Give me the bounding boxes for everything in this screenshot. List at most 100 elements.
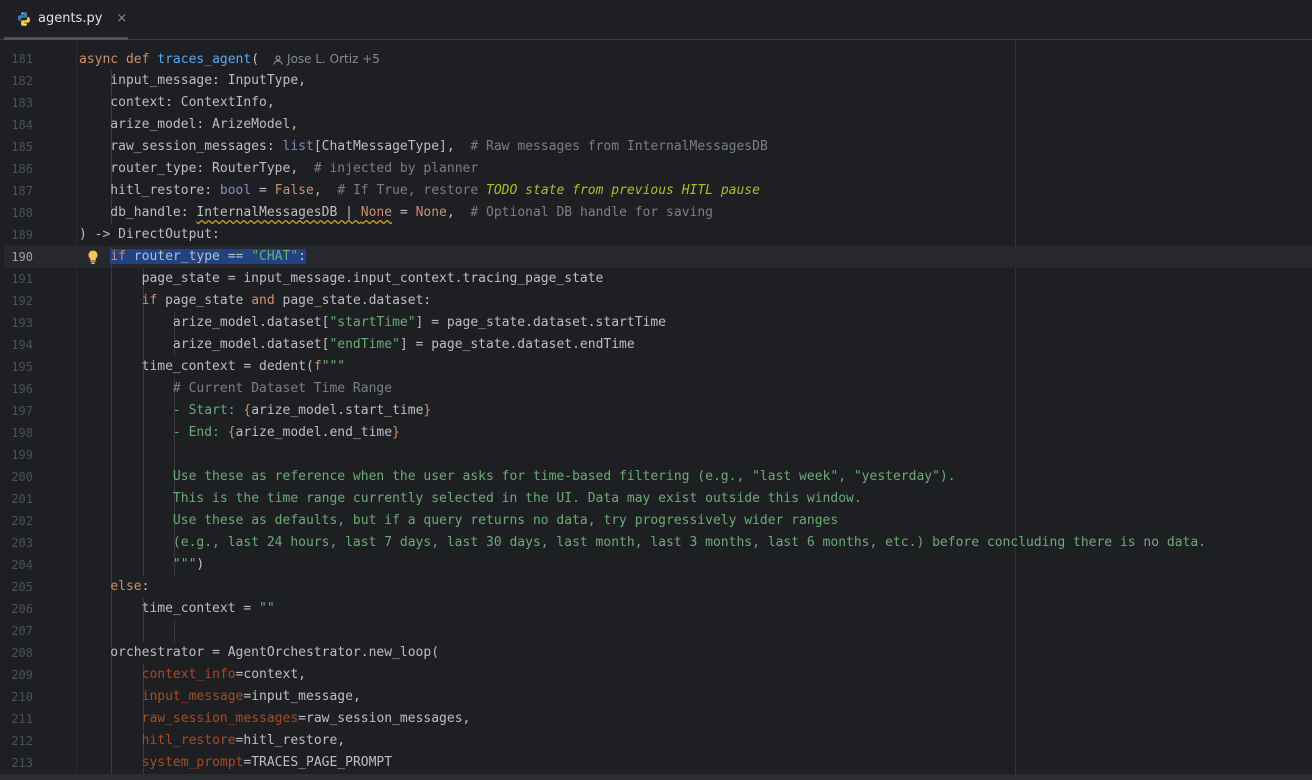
line-number: 198 (11, 426, 33, 440)
line-number: 197 (11, 404, 33, 418)
code-editor[interactable]: 181 async def traces_agent(Jose L. Ortiz … (4, 40, 1312, 774)
code-text: orchestrator = AgentOrchestrator.new_loo… (79, 645, 440, 660)
code-text: input_message=input_message, (141, 689, 361, 704)
code-text: arize_model.dataset["endTime"] = page_st… (79, 337, 635, 352)
line-number: 184 (11, 118, 33, 132)
python-file-icon (18, 11, 30, 26)
code-line[interactable]: 200 Use these as reference when the user… (4, 466, 1312, 488)
line-number: 201 (11, 492, 33, 506)
horizontal-scrollbar[interactable] (0, 774, 1312, 780)
code-line[interactable]: 201 This is the time range currently sel… (4, 488, 1312, 510)
code-line[interactable]: 192 if page_state and page_state.dataset… (4, 290, 1312, 312)
code-text: (e.g., last 24 hours, last 7 days, last … (172, 535, 1207, 550)
code-text: arize_model: ArizeModel, (79, 117, 299, 132)
code-text: input_message: InputType, (79, 73, 306, 88)
code-text: This is the time range currently selecte… (172, 491, 862, 506)
code-line[interactable]: 203 (e.g., last 24 hours, last 7 days, l… (4, 532, 1312, 554)
code-line[interactable]: 210 input_message=input_message, (4, 686, 1312, 708)
code-text: hitl_restore=hitl_restore, (141, 733, 346, 748)
indent-guide (142, 444, 144, 466)
code-line[interactable]: 197 - Start: {arize_model.start_time} (4, 400, 1312, 422)
code-line[interactable]: 211 raw_session_messages=raw_session_mes… (4, 708, 1312, 730)
code-line[interactable]: 186 router_type: RouterType, # injected … (4, 158, 1312, 180)
code-line[interactable]: 209 context_info=context, (4, 664, 1312, 686)
code-line[interactable]: 206 time_context = "" (4, 598, 1312, 620)
line-number: 182 (11, 74, 33, 88)
code-line[interactable]: 182 input_message: InputType, (4, 70, 1312, 92)
code-line[interactable]: 195 time_context = dedent(f""" (4, 356, 1312, 378)
code-text: if router_type == "CHAT": (110, 249, 306, 264)
code-line[interactable]: 196 # Current Dataset Time Range (4, 378, 1312, 400)
line-number: 208 (11, 646, 33, 660)
indent-guide (111, 444, 113, 466)
code-text: # Current Dataset Time Range (172, 381, 393, 396)
code-text: page_state = input_message.input_context… (79, 271, 604, 286)
code-line[interactable]: 198 - End: {arize_model.end_time} (4, 422, 1312, 444)
code-text: raw_session_messages=raw_session_message… (141, 711, 471, 726)
code-text: """) (79, 557, 205, 572)
line-number: 211 (11, 712, 33, 726)
line-number: 185 (11, 140, 33, 154)
code-text: time_context = dedent(f""" (79, 359, 346, 374)
line-number: 196 (11, 382, 33, 396)
line-number: 191 (11, 272, 33, 286)
code-line[interactable]: 189) -> DirectOutput: (4, 224, 1312, 246)
code-text: router_type: RouterType, # injected by p… (79, 161, 479, 176)
code-line[interactable]: 208 orchestrator = AgentOrchestrator.new… (4, 642, 1312, 664)
line-number: 183 (11, 96, 33, 110)
editor-tab-agents-py[interactable]: agents.py × (4, 0, 128, 40)
tab-close-icon[interactable]: × (116, 11, 127, 26)
code-line[interactable]: 199 (4, 444, 1312, 466)
code-line[interactable]: 187 hitl_restore: bool = False, # If Tru… (4, 180, 1312, 202)
code-line[interactable]: 181 async def traces_agent(Jose L. Ortiz … (4, 48, 1312, 70)
line-number: 200 (11, 470, 33, 484)
code-line[interactable]: 204 """) (4, 554, 1312, 576)
indent-guide (142, 620, 144, 642)
line-number: 195 (11, 360, 33, 374)
intention-bulb-icon[interactable] (85, 249, 101, 265)
code-line[interactable]: 193 arize_model.dataset["startTime"] = p… (4, 312, 1312, 334)
line-number: 187 (11, 184, 33, 198)
line-number: 206 (11, 602, 33, 616)
line-number: 193 (11, 316, 33, 330)
author-inlay-hint[interactable]: Jose L. Ortiz +5 (273, 52, 380, 66)
line-number: 190 (11, 250, 33, 264)
line-number: 192 (11, 294, 33, 308)
code-line[interactable]: 205 else: (4, 576, 1312, 598)
line-number: 181 (11, 52, 33, 66)
code-text: context_info=context, (141, 667, 306, 682)
code-line[interactable]: 191 page_state = input_message.input_con… (4, 268, 1312, 290)
line-number: 207 (11, 624, 33, 638)
code-text: arize_model.dataset["startTime"] = page_… (79, 315, 666, 330)
line-number: 209 (11, 668, 33, 682)
code-text: hitl_restore: bool = False, # If True, r… (79, 183, 760, 198)
code-text: ) -> DirectOutput: (79, 227, 220, 242)
line-number: 202 (11, 514, 33, 528)
code-line[interactable]: 185 raw_session_messages: list[ChatMessa… (4, 136, 1312, 158)
code-text: db_handle: InternalMessagesDB | None = N… (79, 205, 714, 220)
code-text: async def traces_agent(Jose L. Ortiz +5 (79, 52, 380, 67)
code-line[interactable]: 202 Use these as defaults, but if a quer… (4, 510, 1312, 532)
code-line[interactable]: 213 system_prompt=TRACES_PAGE_PROMPT (4, 752, 1312, 774)
editor-tab-bar: agents.py × (0, 0, 1312, 40)
line-number: 212 (11, 734, 33, 748)
code-text: if page_state and page_state.dataset: (141, 293, 432, 308)
line-number: 203 (11, 536, 33, 550)
code-line[interactable]: 188 db_handle: InternalMessagesDB | None… (4, 202, 1312, 224)
code-line[interactable]: 194 arize_model.dataset["endTime"] = pag… (4, 334, 1312, 356)
line-number: 210 (11, 690, 33, 704)
line-number: 194 (11, 338, 33, 352)
code-lines[interactable]: 181 async def traces_agent(Jose L. Ortiz … (4, 48, 1312, 774)
code-line[interactable]: 207 (4, 620, 1312, 642)
person-icon (273, 55, 283, 65)
code-line[interactable]: 212 hitl_restore=hitl_restore, (4, 730, 1312, 752)
code-text: - Start: {arize_model.start_time} (172, 403, 432, 418)
code-line[interactable]: 183 context: ContextInfo, (4, 92, 1312, 114)
indent-guide (173, 620, 175, 642)
line-number: 213 (11, 756, 33, 770)
code-text: else: (110, 579, 150, 594)
line-number: 199 (11, 448, 33, 462)
code-line[interactable]: 184 arize_model: ArizeModel, (4, 114, 1312, 136)
code-text: - End: {arize_model.end_time} (172, 425, 400, 440)
code-line[interactable]: 190 if router_type == "CHAT": (4, 246, 1312, 268)
